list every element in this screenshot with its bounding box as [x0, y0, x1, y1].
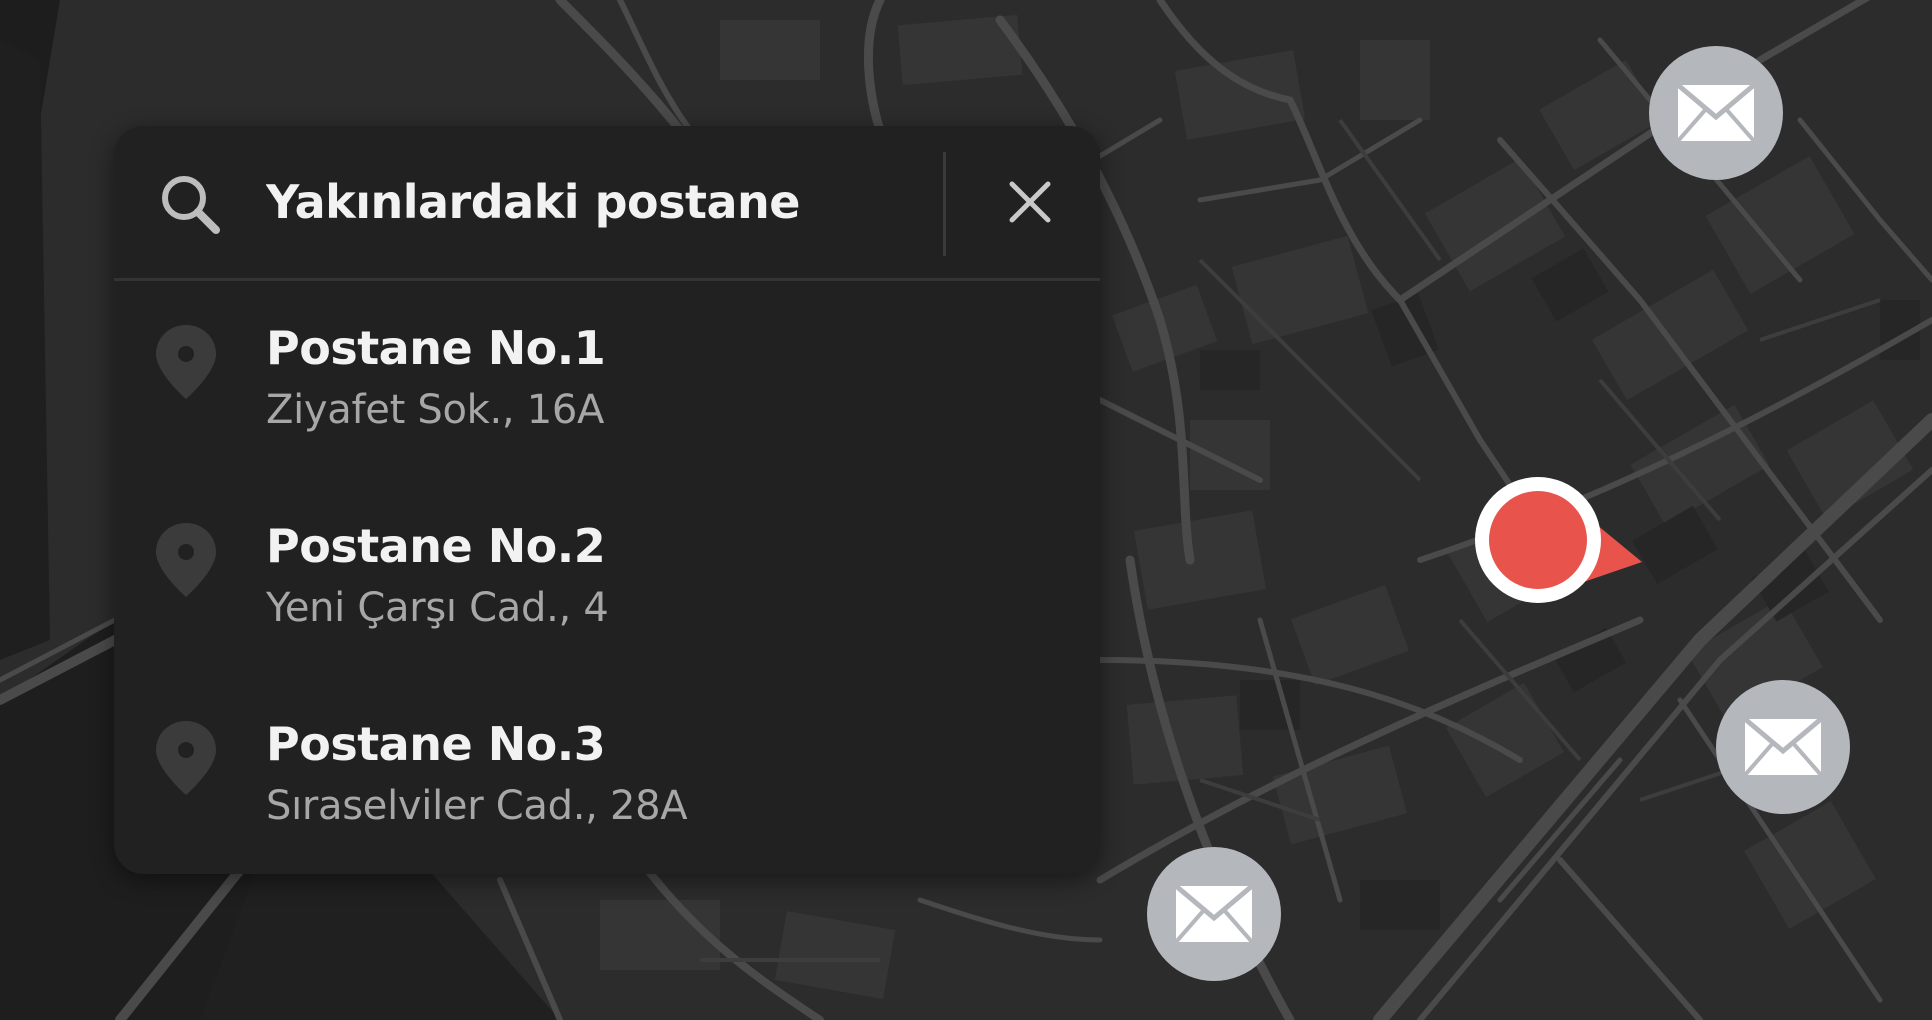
- search-input[interactable]: [266, 160, 886, 244]
- mail-icon: [1743, 717, 1823, 777]
- search-icon: [156, 170, 226, 240]
- search-bar: [114, 126, 1100, 281]
- result-title: Postane No.2: [266, 519, 606, 573]
- map-app: Postane No.1 Ziyafet Sok., 16A Postane N…: [0, 0, 1932, 1020]
- mail-icon: [1676, 83, 1756, 143]
- clear-search-button[interactable]: [988, 160, 1072, 244]
- result-title: Postane No.3: [266, 717, 606, 771]
- post-office-marker[interactable]: [1147, 847, 1281, 981]
- result-item[interactable]: Postane No.1 Ziyafet Sok., 16A: [114, 281, 1100, 479]
- result-address: Ziyafet Sok., 16A: [266, 387, 605, 433]
- current-location-marker[interactable]: [1474, 476, 1644, 606]
- search-divider: [943, 152, 946, 256]
- result-address: Yeni Çarşı Cad., 4: [266, 585, 609, 631]
- pin-icon: [154, 719, 218, 797]
- result-address: Sıraselviler Cad., 28A: [266, 783, 688, 829]
- post-office-marker[interactable]: [1649, 46, 1783, 180]
- search-results: Postane No.1 Ziyafet Sok., 16A Postane N…: [114, 281, 1100, 874]
- pin-icon: [154, 521, 218, 599]
- close-icon: [1009, 181, 1051, 223]
- mail-icon: [1174, 884, 1254, 944]
- result-item[interactable]: Postane No.3 Sıraselviler Cad., 28A: [114, 677, 1100, 874]
- post-office-marker[interactable]: [1716, 680, 1850, 814]
- result-item[interactable]: Postane No.2 Yeni Çarşı Cad., 4: [114, 479, 1100, 677]
- search-panel: Postane No.1 Ziyafet Sok., 16A Postane N…: [114, 126, 1100, 874]
- result-title: Postane No.1: [266, 321, 606, 375]
- pin-icon: [154, 323, 218, 401]
